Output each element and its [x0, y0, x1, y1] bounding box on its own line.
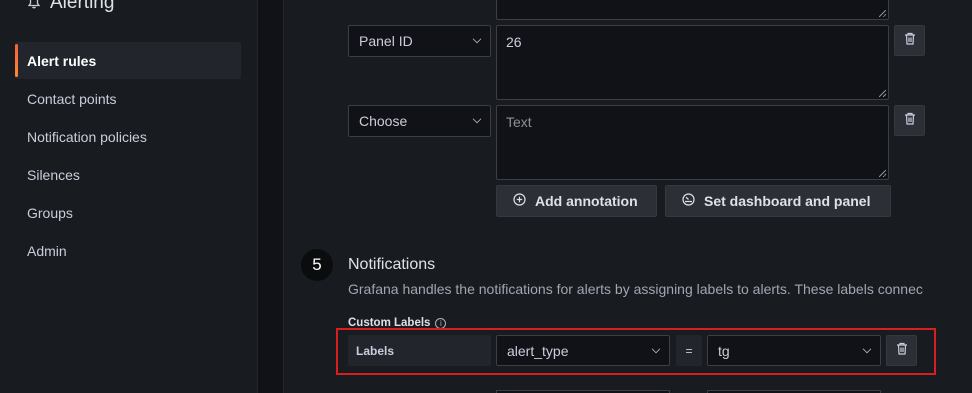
sidebar-item-label: Notification policies [27, 128, 147, 145]
section-title: Notifications [348, 256, 436, 273]
sidebar-item-label: Admin [27, 242, 67, 259]
set-dashboard-panel-button[interactable]: Set dashboard and panel [665, 185, 891, 217]
annotation-key-value: Panel ID [359, 33, 413, 49]
annotation-value-textarea[interactable]: 26 [496, 25, 889, 100]
resize-grip-icon[interactable] [879, 90, 886, 97]
sidebar-item-contact-points[interactable]: Contact points [15, 80, 241, 117]
sidebar-title: Alerting [27, 0, 115, 14]
annotation-value-textarea[interactable]: Text [496, 105, 889, 180]
annotation-value-placeholder: Text [506, 114, 532, 130]
plus-circle-icon [513, 193, 526, 209]
sidebar-item-label: Groups [27, 204, 73, 221]
resize-grip-icon[interactable] [879, 170, 886, 177]
section-description: Grafana handles the notifications for al… [348, 281, 923, 297]
set-dashboard-panel-label: Set dashboard and panel [704, 193, 871, 209]
annotation-value-text: 26 [506, 34, 522, 50]
trash-icon [904, 32, 916, 50]
annotation-value-textarea-prev[interactable] [496, 0, 889, 20]
annotation-key-select[interactable]: Panel ID [348, 25, 491, 57]
info-icon[interactable]: i [435, 317, 447, 329]
add-annotation-label: Add annotation [535, 193, 638, 209]
annotation-key-value: Choose [359, 113, 408, 129]
sidebar-item-silences[interactable]: Silences [15, 156, 241, 193]
sidebar-item-admin[interactable]: Admin [15, 232, 241, 269]
sidebar-nav: Alerting Alert rules Contact points Noti… [0, 0, 258, 393]
sidebar-item-notification-policies[interactable]: Notification policies [15, 118, 241, 155]
step-number-badge: 5 [301, 249, 333, 281]
sidebar-item-alert-rules[interactable]: Alert rules [15, 42, 241, 79]
add-annotation-button[interactable]: Add annotation [496, 185, 657, 217]
highlight-box [336, 328, 936, 375]
delete-annotation-button[interactable] [894, 105, 925, 136]
sidebar-item-label: Silences [27, 166, 80, 183]
sidebar-title-text: Alerting [50, 0, 115, 13]
dashboard-gauge-icon [682, 193, 695, 209]
trash-icon [904, 112, 916, 130]
sidebar-item-label: Contact points [27, 90, 117, 107]
delete-annotation-button[interactable] [894, 25, 925, 56]
bell-icon [27, 0, 41, 12]
sidebar-item-label: Alert rules [27, 52, 97, 69]
main-content: Panel ID 26 Choose Text Add annotation S… [283, 0, 972, 393]
chevron-down-icon [472, 34, 482, 44]
sidebar-item-groups[interactable]: Groups [15, 194, 241, 231]
chevron-down-icon [472, 114, 482, 124]
resize-grip-icon[interactable] [879, 10, 886, 17]
annotation-key-select[interactable]: Choose [348, 105, 491, 137]
